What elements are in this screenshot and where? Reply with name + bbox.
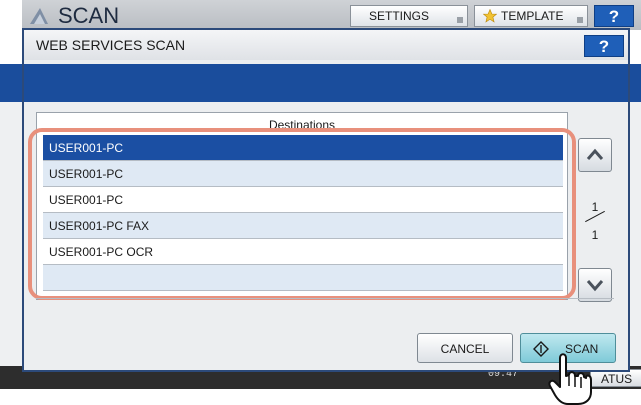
background-help-button[interactable]: ? (594, 5, 634, 27)
page-total: 1 (591, 228, 599, 242)
dialog-titlebar: WEB SERVICES SCAN ? (24, 30, 628, 60)
chevron-down-icon (586, 280, 604, 292)
template-label: TEMPLATE (501, 9, 564, 23)
settings-button[interactable]: SETTINGS (350, 5, 468, 27)
corner-arrow-icon (457, 17, 463, 23)
chevron-up-icon (586, 148, 604, 160)
list-item[interactable]: USER001-PC FAX (43, 213, 563, 239)
list-item[interactable] (43, 265, 563, 291)
web-services-scan-dialog: WEB SERVICES SCAN ? Destinations USER001… (22, 28, 630, 372)
corner-arrow-icon (577, 17, 583, 23)
scan-icon (30, 8, 48, 24)
page-up-button[interactable] (578, 138, 612, 172)
list-header: Destinations (268, 118, 336, 132)
start-diamond-icon (533, 341, 549, 357)
list-item[interactable]: USER001-PC OCR (43, 239, 563, 265)
dialog-blue-bar (24, 64, 628, 102)
background-panel (0, 102, 22, 366)
hand-pointer-icon (548, 353, 592, 405)
list-item[interactable]: USER001-PC (43, 161, 563, 187)
dialog-title: WEB SERVICES SCAN (36, 37, 186, 53)
background-blue-band (0, 64, 22, 102)
template-button[interactable]: TEMPLATE (474, 5, 588, 27)
star-icon (483, 9, 497, 23)
list-item[interactable]: USER001-PC (43, 135, 563, 161)
list-item[interactable]: USER001-PC (43, 187, 563, 213)
divider (36, 298, 614, 299)
list-rows: USER001-PC USER001-PC USER001-PC USER001… (43, 135, 563, 291)
settings-label: SETTINGS (369, 9, 430, 23)
page-down-button[interactable] (578, 268, 612, 302)
dialog-help-button[interactable]: ? (584, 35, 624, 57)
app-title: SCAN (58, 3, 120, 28)
cancel-button[interactable]: CANCEL (417, 333, 513, 363)
destinations-list: Destinations USER001-PC USER001-PC USER0… (36, 112, 568, 300)
